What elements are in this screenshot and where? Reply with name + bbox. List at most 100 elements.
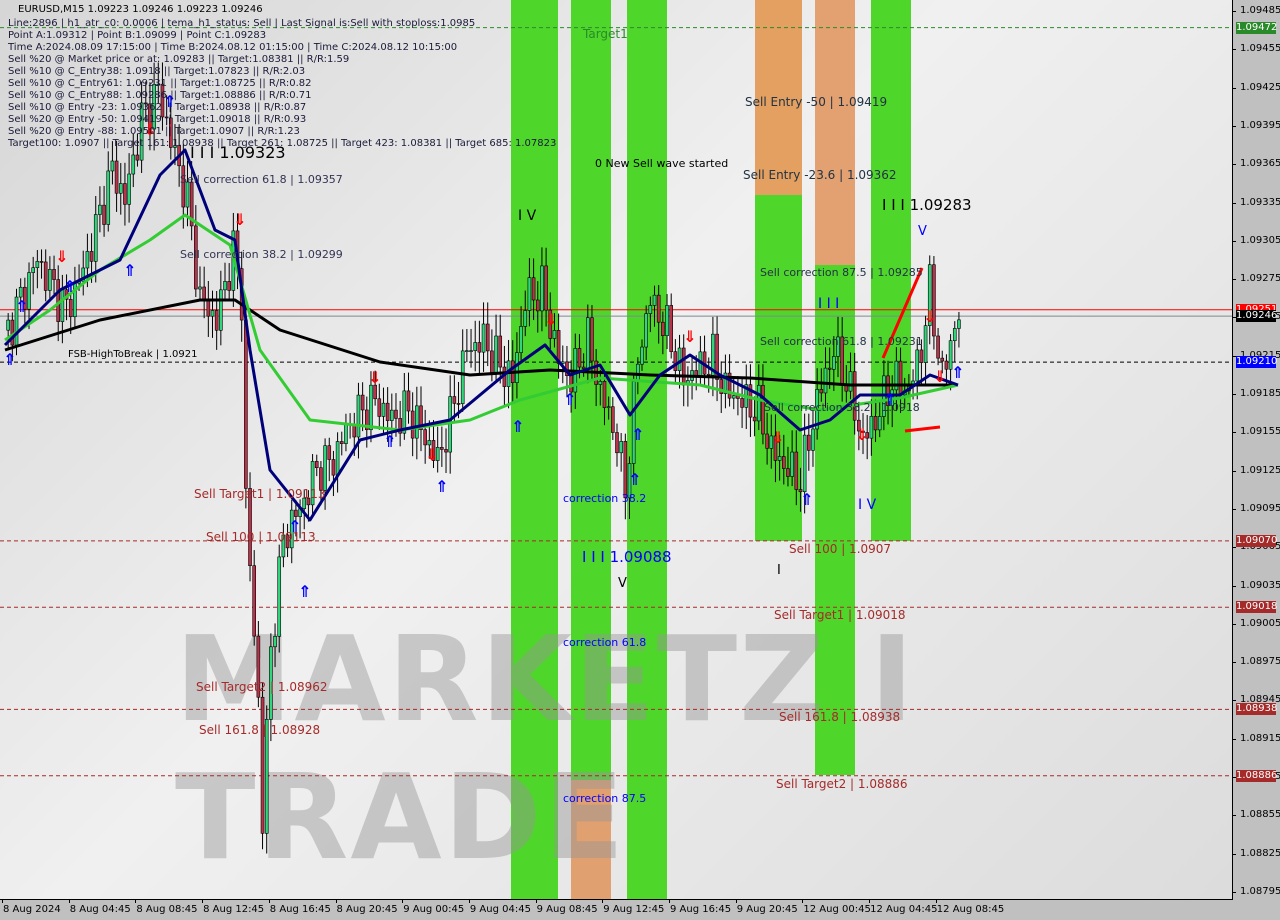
candle-body: [39, 261, 44, 263]
candle-body: [631, 381, 636, 464]
time-tick: [2, 899, 3, 903]
buy-arrow-icon: ⇑: [800, 490, 813, 509]
buy-arrow-icon: ⇑: [563, 390, 576, 409]
time-tick-label: 8 Aug 16:45: [269, 904, 331, 915]
sell-correction-label: Sell correction 38.2 | 1.0918: [764, 401, 920, 414]
price-tick-label: 1.09455: [1240, 43, 1280, 55]
price-tick: [1232, 815, 1236, 817]
price-tick: [1232, 700, 1236, 702]
symbol-line: EURUSD,M15 1.09223 1.09246 1.09223 1.092…: [18, 4, 263, 15]
candle-body: [531, 277, 536, 301]
sell-arrow-icon: ⇓: [368, 368, 381, 387]
time-tick-label: 8 Aug 12:45: [203, 904, 265, 915]
fsb-label: FSB-HighToBreak | 1.0921: [68, 349, 198, 360]
time-tick-label: 9 Aug 08:45: [536, 904, 598, 915]
candle-body: [85, 251, 90, 269]
candle-body: [494, 335, 498, 373]
candle-body: [127, 173, 131, 205]
sell-arrow-icon: ⇓: [771, 428, 784, 447]
candle-body: [786, 468, 790, 477]
chart-area[interactable]: MARKETZ I TRADE ⇑ ⇑ ⇑ ⇑ ⇑ ⇑ ⇑ ⇑ ⇑ ⇑ ⇑ ⇑ ⇑ ⇑ ⇑ ⇑ ⇓ ⇓ ⇓ ⇓ ⇓ ⇓ ⇓ ⇓…: [0, 0, 1233, 900]
time-tick-label: 9 Aug 20:45: [736, 904, 798, 915]
time-tick-label: 8 Aug 08:45: [136, 904, 198, 915]
time-tick-label: 12 Aug 00:45: [803, 904, 871, 915]
candle-body: [540, 265, 544, 312]
time-tick: [335, 899, 337, 903]
candle-body: [648, 305, 653, 314]
wave-label: I I I 1.09283: [882, 196, 972, 214]
time-tick-label: 8 Aug 04:45: [69, 904, 131, 915]
moving-average-mid: [4, 213, 959, 432]
sell-100-label: Sell 100 | 1.09113: [206, 530, 316, 544]
sell-correction-label: Sell correction 38.2 | 1.09299: [180, 248, 343, 261]
candle-body: [731, 395, 736, 399]
info-line: Line:2896 | h1_atr_c0: 0.0006 | tema_h1_…: [8, 18, 476, 29]
candle-body: [335, 441, 340, 476]
time-tick-label: 9 Aug 16:45: [670, 904, 732, 915]
candle-body: [452, 396, 457, 404]
candle-body: [277, 556, 282, 637]
time-tick: [402, 899, 404, 903]
info-line: Sell %10 @ C_Entry61: 1.09231 || Target:…: [8, 78, 312, 89]
sell-target-label: Sell Target1 | 1.09113: [194, 487, 326, 501]
price-tick-label: 1.08915: [1240, 732, 1280, 744]
candle-body: [52, 269, 56, 280]
candle-body: [440, 447, 444, 450]
candle-body: [898, 360, 903, 396]
info-line: Sell %20 @ Market price or at: 1.09283 |…: [8, 54, 350, 65]
candle-body: [6, 319, 10, 331]
wave-label: I I I: [818, 296, 840, 312]
price-tick-label: 1.08795: [1240, 886, 1280, 897]
price-tick: [1232, 547, 1236, 549]
price-tick-label: 1.09095: [1240, 502, 1280, 514]
candle-body: [423, 429, 427, 446]
info-line: Point A:1.09312 | Point B:1.09099 | Poin…: [8, 30, 267, 41]
price-tick-label: 1.08855: [1240, 809, 1280, 821]
wave-label: I V: [518, 208, 537, 224]
candle-body: [294, 509, 298, 517]
price-tag: 1.09472: [1236, 21, 1278, 34]
candle-body: [465, 350, 469, 352]
candle-body: [260, 696, 265, 834]
price-tag: 1.08886: [1236, 769, 1278, 782]
candle-body: [602, 381, 607, 408]
time-tick-label: 8 Aug 2024: [3, 904, 61, 915]
buy-arrow-icon: ⇑: [511, 417, 524, 436]
time-tick-label: 9 Aug 00:45: [403, 904, 465, 915]
candle-body: [777, 456, 782, 461]
candle-body: [802, 434, 807, 493]
candle-body: [752, 416, 757, 422]
time-tick: [468, 899, 470, 903]
buy-arrow-icon: ⇑: [63, 277, 76, 296]
sell-arrow-icon: ⇓: [933, 367, 946, 386]
candle-body: [640, 346, 644, 365]
sell-correction-label: Sell correction 61.8 | 1.09357: [180, 173, 343, 186]
candle-body: [673, 351, 678, 371]
buy-arrow-icon: ⇑: [628, 470, 641, 489]
candle-body: [394, 409, 398, 419]
candle-body: [669, 305, 674, 352]
candle-body: [585, 317, 590, 369]
time-tick-label: 9 Aug 12:45: [603, 904, 665, 915]
price-tick: [1232, 470, 1236, 472]
candle-body: [740, 398, 744, 408]
candle-body: [661, 321, 665, 336]
candle-body: [877, 416, 882, 431]
candle-body: [18, 286, 23, 298]
candle-body: [314, 461, 319, 469]
candle-body: [369, 384, 373, 431]
price-tick-label: 1.09395: [1240, 119, 1280, 131]
price-tick: [1232, 662, 1236, 664]
buy-arrow-icon: ⇑: [298, 582, 311, 601]
candle-body: [123, 183, 127, 205]
price-tick-label: 1.09425: [1240, 81, 1280, 93]
correction-label: correction 61.8: [563, 636, 647, 649]
candle-body: [665, 305, 669, 336]
price-tag: 1.09070: [1236, 534, 1278, 547]
candle-body: [936, 335, 940, 359]
sell-correction-label: Sell correction 61.8 | 1.09231: [760, 335, 923, 348]
candle-body: [869, 416, 874, 439]
candle-body: [331, 459, 336, 476]
buy-arrow-icon: ⇑: [383, 432, 396, 451]
time-tick: [68, 899, 70, 903]
